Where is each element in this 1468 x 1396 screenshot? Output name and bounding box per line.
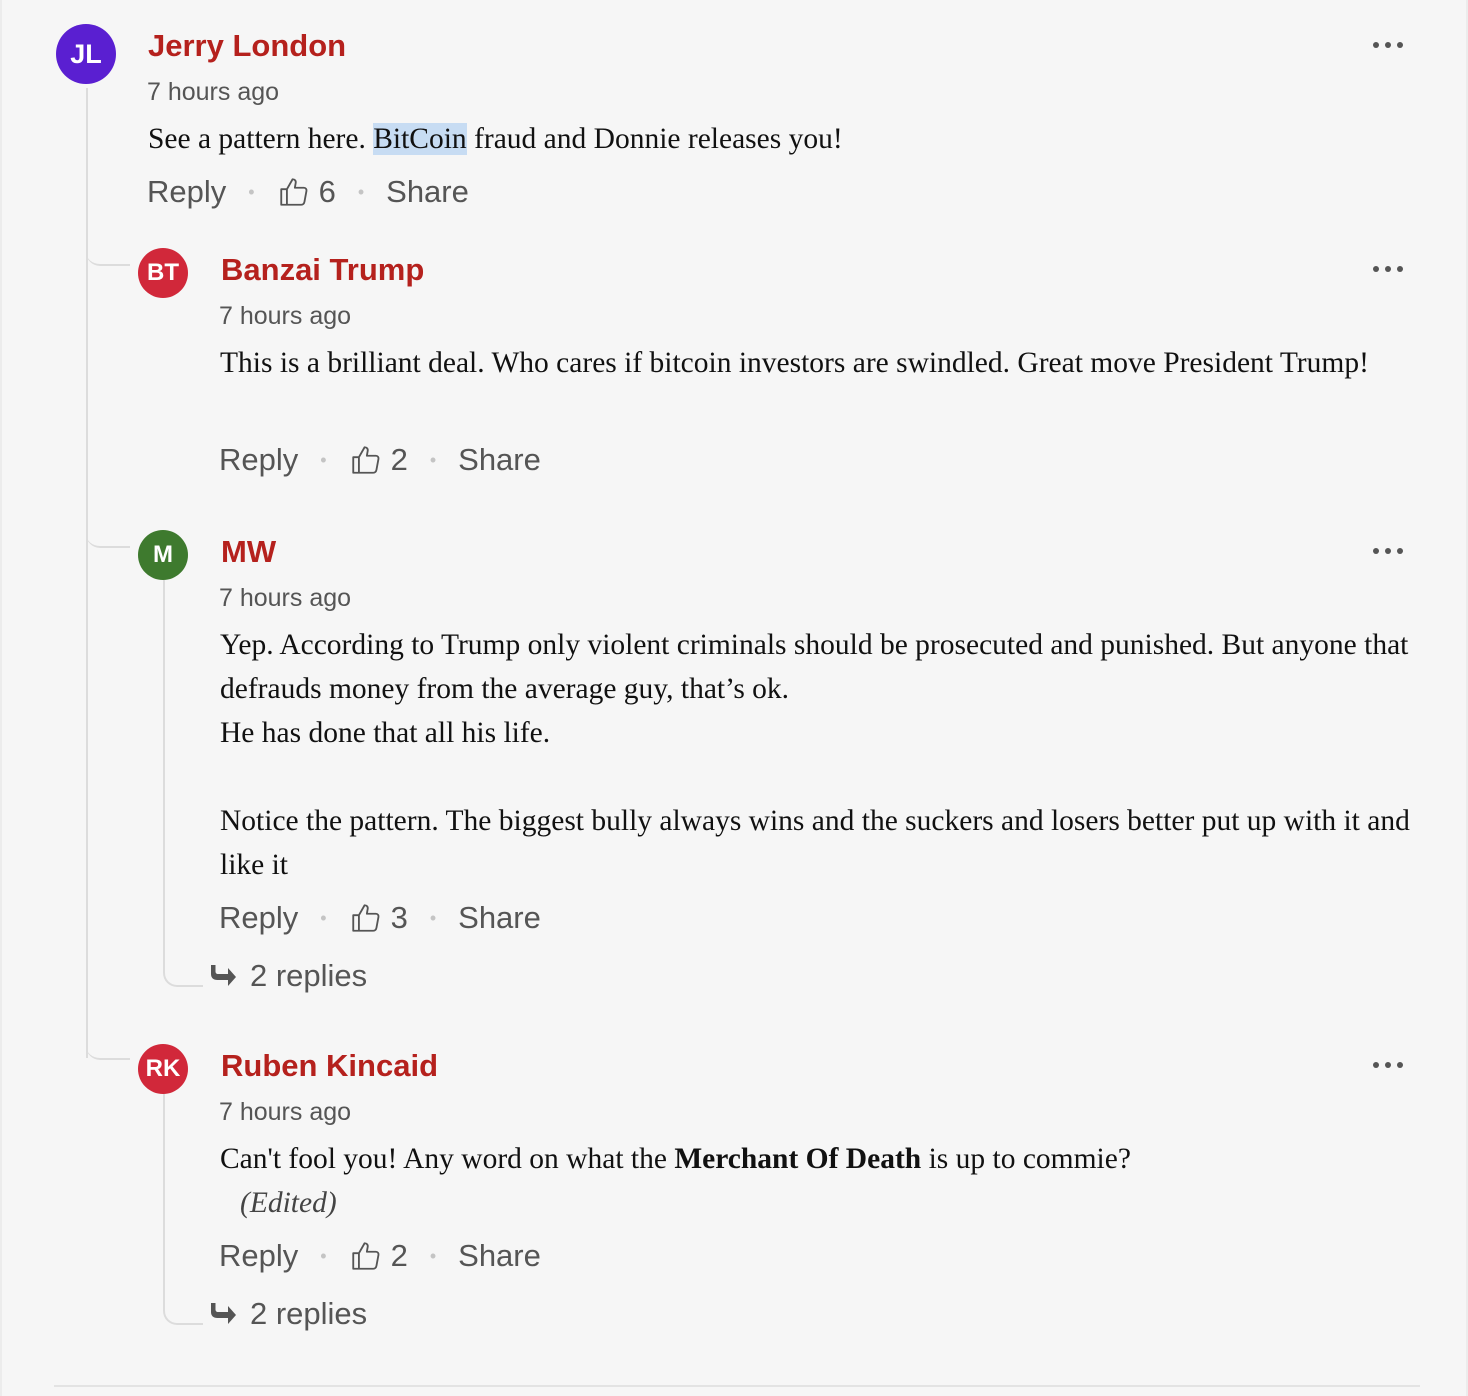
- comment-text-part: Can't fool you! Any word on what the: [220, 1143, 675, 1175]
- connector-banzai: [86, 210, 130, 266]
- avatar[interactable]: RK: [138, 1044, 188, 1094]
- avatar[interactable]: M: [138, 530, 188, 580]
- like-button[interactable]: 3: [349, 900, 408, 936]
- comment-actions: Reply • 3 • Share: [219, 900, 541, 936]
- share-button[interactable]: Share: [386, 174, 469, 210]
- edited-label: (Edited): [240, 1187, 337, 1219]
- like-button[interactable]: 6: [277, 174, 336, 210]
- more-options-icon[interactable]: [1373, 264, 1403, 274]
- separator-dot: •: [357, 181, 365, 202]
- timestamp[interactable]: 7 hours ago: [219, 302, 351, 331]
- comment-actions: Reply • 2 • Share: [219, 1238, 541, 1274]
- connector-ruben-replies: [163, 1092, 203, 1325]
- timestamp[interactable]: 7 hours ago: [219, 1098, 351, 1127]
- comment-text: This is a brilliant deal. Who cares if b…: [220, 347, 1369, 379]
- more-options-icon[interactable]: [1373, 40, 1403, 50]
- connector-mw-replies: [163, 580, 203, 987]
- author-name[interactable]: Ruben Kincaid: [221, 1048, 438, 1084]
- comment-text-part: See a pattern here.: [148, 123, 374, 155]
- highlighted-text: BitCoin: [373, 123, 467, 155]
- bold-text: Merchant Of Death: [674, 1143, 922, 1175]
- view-replies-button[interactable]: 2 replies: [208, 1296, 367, 1332]
- share-button[interactable]: Share: [458, 442, 541, 478]
- share-button[interactable]: Share: [458, 1238, 541, 1274]
- reply-arrow-icon: [211, 1303, 236, 1324]
- reply-button[interactable]: Reply: [147, 174, 226, 210]
- comment-text: Can't fool you! Any word on what the Mer…: [220, 1137, 1410, 1225]
- comment-text: Yep. According to Trump only violent cri…: [220, 623, 1410, 887]
- like-count: 2: [390, 442, 408, 477]
- replies-count: 2 replies: [250, 1296, 368, 1331]
- author-name[interactable]: MW: [221, 534, 276, 570]
- replies-count: 2 replies: [250, 958, 368, 993]
- thumbs-up-icon: [279, 178, 308, 206]
- comment-actions: Reply • 2 • Share: [219, 442, 541, 478]
- timestamp[interactable]: 7 hours ago: [219, 584, 351, 613]
- like-button[interactable]: 2: [349, 1238, 408, 1274]
- separator-dot: •: [429, 449, 437, 470]
- more-options-icon[interactable]: [1373, 546, 1403, 556]
- thumbs-up-icon: [351, 904, 380, 932]
- comment-text-part: is up to commie?: [921, 1143, 1131, 1175]
- comment-paragraph: He has done that all his life.: [220, 717, 551, 749]
- comment-text: See a pattern here. BitCoin fraud and Do…: [148, 117, 1398, 161]
- reply-button[interactable]: Reply: [219, 900, 298, 936]
- connector-ruben: [86, 1010, 130, 1060]
- reply-arrow-icon: [211, 965, 236, 986]
- author-name[interactable]: Banzai Trump: [221, 252, 424, 288]
- separator-dot: •: [248, 181, 255, 202]
- comment-paragraph: Yep. According to Trump only violent cri…: [220, 629, 1409, 705]
- like-button[interactable]: 2: [349, 442, 408, 478]
- comment-text-part: fraud and Donnie releases you!: [466, 123, 843, 155]
- comments-thread: JL Jerry London 7 hours ago See a patter…: [0, 0, 1468, 1396]
- reply-button[interactable]: Reply: [219, 1238, 298, 1274]
- comment-actions: Reply • 6 • Share: [147, 174, 469, 210]
- reply-button[interactable]: Reply: [219, 442, 298, 478]
- thumbs-up-icon: [351, 1242, 380, 1270]
- connector-mw: [86, 500, 130, 548]
- view-replies-button[interactable]: 2 replies: [208, 958, 367, 994]
- separator-dot: •: [320, 449, 327, 470]
- avatar[interactable]: JL: [56, 24, 116, 84]
- separator-dot: •: [320, 907, 327, 928]
- author-name[interactable]: Jerry London: [148, 28, 346, 64]
- like-count: 2: [390, 1238, 408, 1273]
- separator-dot: •: [320, 1245, 327, 1266]
- separator-dot: •: [429, 907, 437, 928]
- timestamp[interactable]: 7 hours ago: [147, 78, 279, 107]
- more-options-icon[interactable]: [1373, 1060, 1403, 1070]
- avatar[interactable]: BT: [138, 248, 188, 298]
- separator-dot: •: [429, 1245, 437, 1266]
- divider: [54, 1385, 1420, 1387]
- comment-paragraph: Notice the pattern. The biggest bully al…: [220, 805, 1410, 881]
- like-count: 6: [318, 174, 336, 209]
- share-button[interactable]: Share: [458, 900, 541, 936]
- like-count: 3: [390, 900, 408, 935]
- thumbs-up-icon: [351, 446, 380, 474]
